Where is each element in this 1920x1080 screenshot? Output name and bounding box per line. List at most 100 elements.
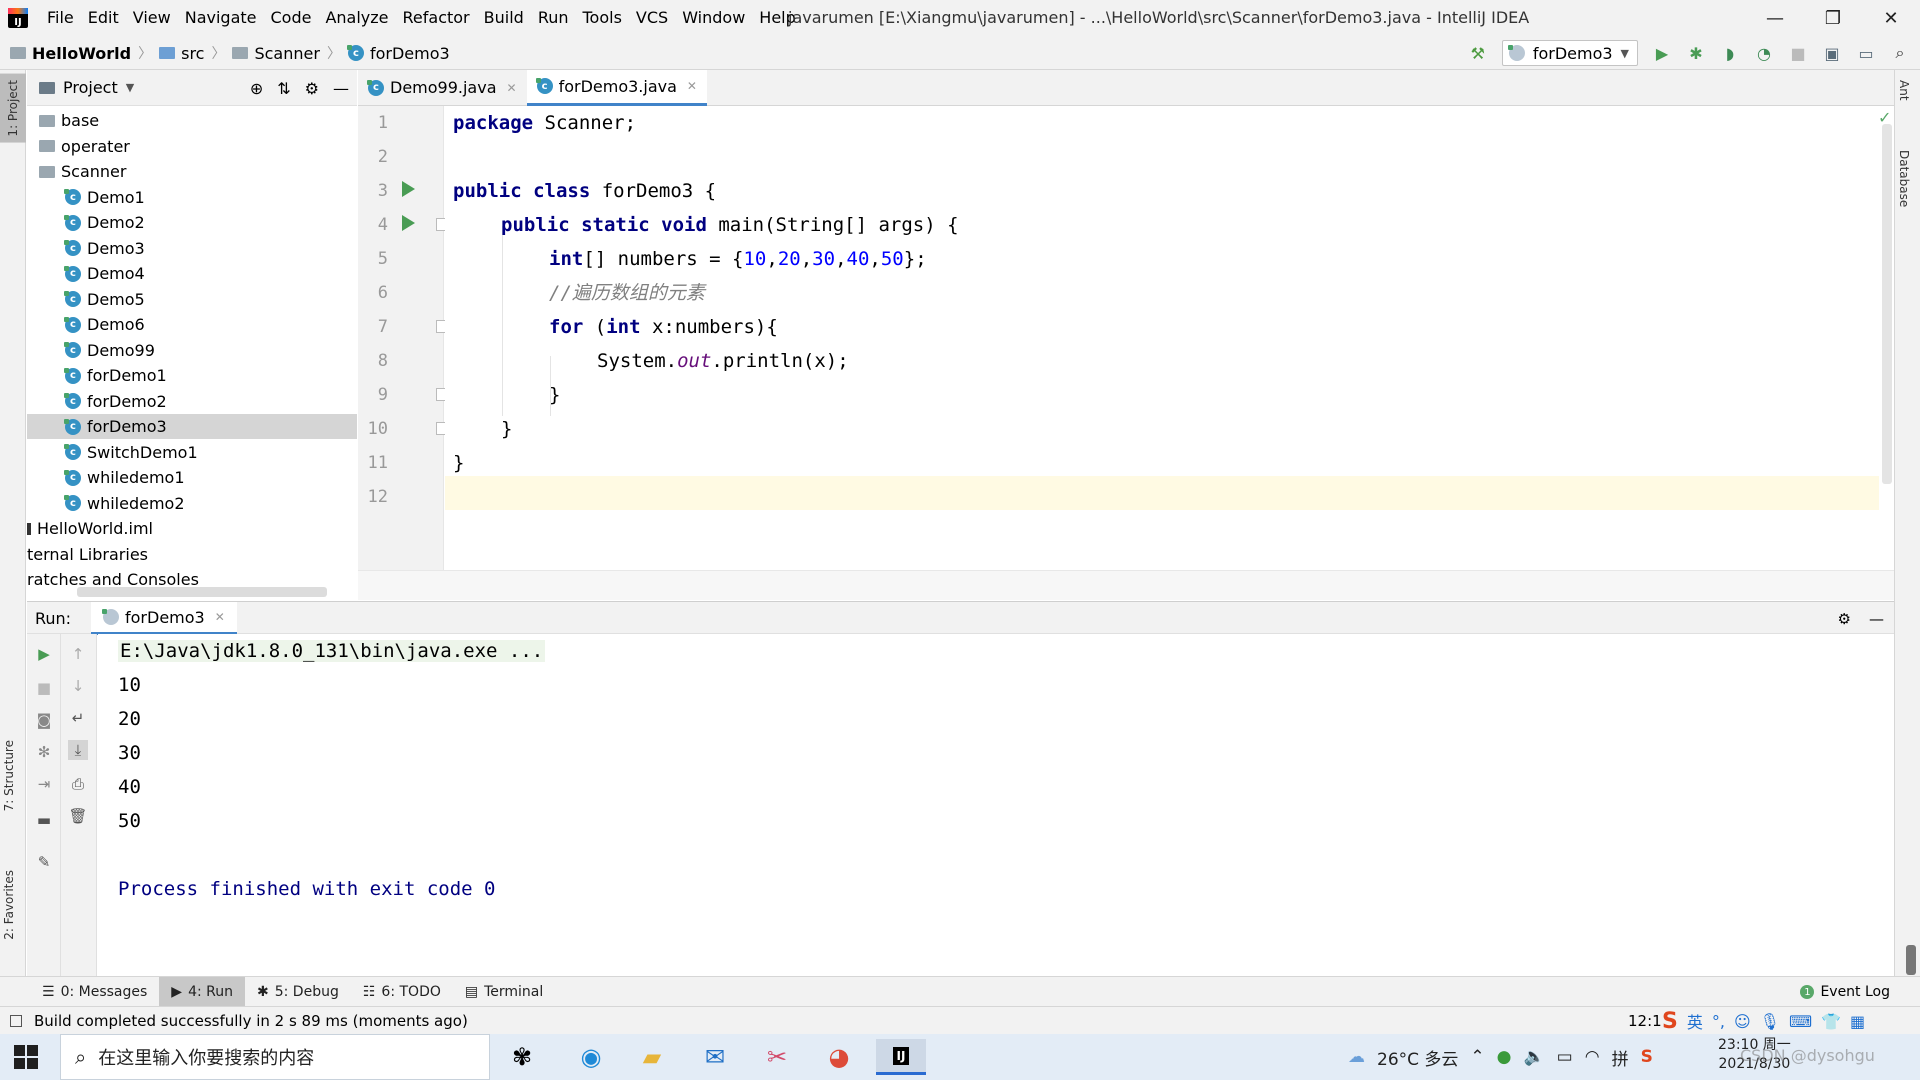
keyboard-icon[interactable]: ⌨ [1789, 1012, 1812, 1031]
snipping-tool-icon[interactable]: ✂ [752, 1039, 802, 1075]
search-everywhere-icon[interactable]: ⌕ [1890, 43, 1910, 63]
menu-item-run[interactable]: Run [531, 0, 576, 36]
tree-item-whiledemo1[interactable]: c whiledemo1 [27, 465, 357, 490]
tree-item-demo4[interactable]: c Demo4 [27, 261, 357, 286]
weather-text[interactable]: 26°C 多云 [1377, 1045, 1458, 1070]
run-tab-fordemo3[interactable]: forDemo3 ✕ [91, 602, 237, 635]
menu-item-tools[interactable]: Tools [576, 0, 629, 36]
arrow-up-icon[interactable]: ↑ [68, 644, 88, 664]
menu-item-code[interactable]: Code [264, 0, 319, 36]
menu-item-view[interactable]: View [126, 0, 178, 36]
file-explorer-icon[interactable]: ▰ [627, 1039, 677, 1075]
exit-icon[interactable]: ⇥ [34, 774, 54, 794]
app-icon-pinned-1[interactable]: ✾ [497, 1039, 547, 1075]
trash-icon[interactable]: 🗑 [68, 806, 88, 826]
tree-item-fordemo2[interactable]: c forDemo2 [27, 389, 357, 414]
settings-bug-icon[interactable]: ✻ [34, 742, 54, 762]
tab-run[interactable]: ▶ 4: Run [159, 976, 245, 1007]
tree-item-demo6[interactable]: c Demo6 [27, 312, 357, 337]
tree-item-scanner[interactable]: Scanner [27, 159, 357, 184]
soft-wrap-icon[interactable]: ↵ [68, 708, 88, 728]
rerun-icon[interactable]: ▶ [34, 644, 54, 664]
menu-item-vcs[interactable]: VCS [629, 0, 675, 36]
tree-item-demo3[interactable]: c Demo3 [27, 236, 357, 261]
gear-icon[interactable]: ⚙ [305, 79, 319, 98]
menu-item-build[interactable]: Build [477, 0, 531, 36]
restore-button[interactable]: ❐ [1804, 0, 1862, 36]
menu-item-analyze[interactable]: Analyze [318, 0, 395, 36]
breadcrumb-package[interactable]: Scanner [232, 44, 320, 63]
tree-item-demo99[interactable]: c Demo99 [27, 338, 357, 363]
volume-icon[interactable]: 🔈 [1524, 1047, 1545, 1067]
profile-icon[interactable]: ◔ [1754, 43, 1774, 63]
close-icon[interactable]: ✕ [215, 610, 225, 624]
battery-icon[interactable]: ▭ [1557, 1047, 1573, 1067]
debug-bug-icon[interactable]: ✱ [1686, 43, 1706, 63]
tree-item-fordemo3[interactable]: c forDemo3 [27, 414, 357, 439]
arrow-down-icon[interactable]: ↓ [68, 676, 88, 696]
close-icon[interactable]: ✕ [507, 81, 517, 95]
tree-item-demo1[interactable]: c Demo1 [27, 185, 357, 210]
tool-windows-toggle-icon[interactable] [10, 1015, 22, 1027]
horizontal-scrollbar[interactable] [77, 587, 327, 597]
tree-item-ternal-libraries[interactable]: ternal Libraries [27, 542, 357, 567]
camera-icon[interactable]: ◙ [34, 710, 54, 730]
tab-fordemo3-java[interactable]: c forDemo3.java ✕ [526, 69, 707, 106]
microphone-icon[interactable]: 🎙 [1760, 1012, 1780, 1031]
menu-item-refactor[interactable]: Refactor [396, 0, 477, 36]
network-status-icon[interactable]: ● [1497, 1047, 1512, 1067]
tab-debug[interactable]: ✱ 5: Debug [245, 977, 351, 1007]
tree-item-operater[interactable]: operater [27, 134, 357, 159]
pin-icon[interactable]: ✎ [34, 852, 54, 872]
event-log-button[interactable]: 1 Event Log [1800, 977, 1890, 1007]
editor-vertical-scrollbar[interactable] [1882, 124, 1892, 484]
breadcrumb-project[interactable]: HelloWorld [10, 44, 131, 63]
console-output[interactable]: E:\Java\jdk1.8.0_131\bin\java.exe ... 10… [98, 634, 1894, 976]
sogou-ime-icon[interactable]: S [1662, 1009, 1678, 1034]
cursor-position[interactable]: 12:1 [1628, 1007, 1662, 1035]
toggle-window-icon[interactable]: ▭ [1856, 43, 1876, 63]
close-button[interactable]: ✕ [1862, 0, 1920, 36]
windows-start-icon[interactable] [14, 1045, 38, 1069]
stop-icon[interactable]: ■ [1788, 43, 1808, 63]
edge-browser-icon[interactable]: ◉ [566, 1039, 616, 1075]
coverage-icon[interactable]: ◗ [1720, 43, 1740, 63]
sogou-tray-icon[interactable]: S [1641, 1047, 1653, 1067]
taskbar-search-box[interactable]: ⌕ 在这里输入你要搜索的内容 [60, 1034, 490, 1080]
chrome-browser-icon[interactable]: ◕ [814, 1039, 864, 1075]
menu-item-window[interactable]: Window [675, 0, 752, 36]
wifi-icon[interactable]: ◠ [1585, 1047, 1600, 1067]
tree-item-fordemo1[interactable]: c forDemo1 [27, 363, 357, 388]
tree-item-switchdemo1[interactable]: c SwitchDemo1 [27, 440, 357, 465]
locate-target-icon[interactable]: ⊕ [250, 79, 263, 98]
ime-mode-icon[interactable]: 拼 [1612, 1045, 1629, 1070]
grid-menu-icon[interactable]: ▦ [1850, 1012, 1865, 1031]
build-hammer-icon[interactable]: ⚒ [1468, 43, 1488, 63]
tree-item-helloworld-iml[interactable]: HelloWorld.iml [27, 516, 357, 541]
console-scrollbar[interactable] [1906, 945, 1916, 975]
tab-ant[interactable]: Ant [1897, 80, 1911, 101]
run-class-gutter-icon[interactable] [402, 181, 415, 197]
tab-database[interactable]: Database [1897, 150, 1911, 207]
tree-item-demo2[interactable]: c Demo2 [27, 210, 357, 235]
run-icon[interactable]: ▶ [1652, 43, 1672, 63]
tab-project[interactable]: 1: Project [0, 74, 26, 143]
emoji-icon[interactable]: ☺ [1734, 1012, 1751, 1031]
hide-panel-icon[interactable]: — [333, 79, 349, 98]
minimize-button[interactable]: — [1746, 0, 1804, 36]
chevron-up-icon[interactable]: ⌃ [1470, 1047, 1484, 1067]
close-icon[interactable]: ✕ [687, 79, 697, 93]
ime-language[interactable]: 英 [1687, 1009, 1703, 1033]
collapse-all-icon[interactable]: ⇅ [277, 79, 290, 98]
gear-icon[interactable]: ⚙ [1838, 610, 1851, 628]
mail-icon[interactable]: ✉ [690, 1039, 740, 1075]
menu-item-navigate[interactable]: Navigate [178, 0, 264, 36]
tree-item-demo5[interactable]: c Demo5 [27, 287, 357, 312]
punctuation-icon[interactable]: °, [1712, 1012, 1725, 1031]
run-configuration-select[interactable]: forDemo3 ▼ [1501, 40, 1638, 66]
stop-icon[interactable]: ■ [34, 678, 54, 698]
project-panel-title[interactable]: Project [63, 78, 118, 97]
breadcrumb-class[interactable]: c forDemo3 [346, 44, 450, 63]
tab-messages[interactable]: ☰ 0: Messages [30, 977, 159, 1007]
tab-favorites[interactable]: 2: Favorites [2, 870, 16, 940]
